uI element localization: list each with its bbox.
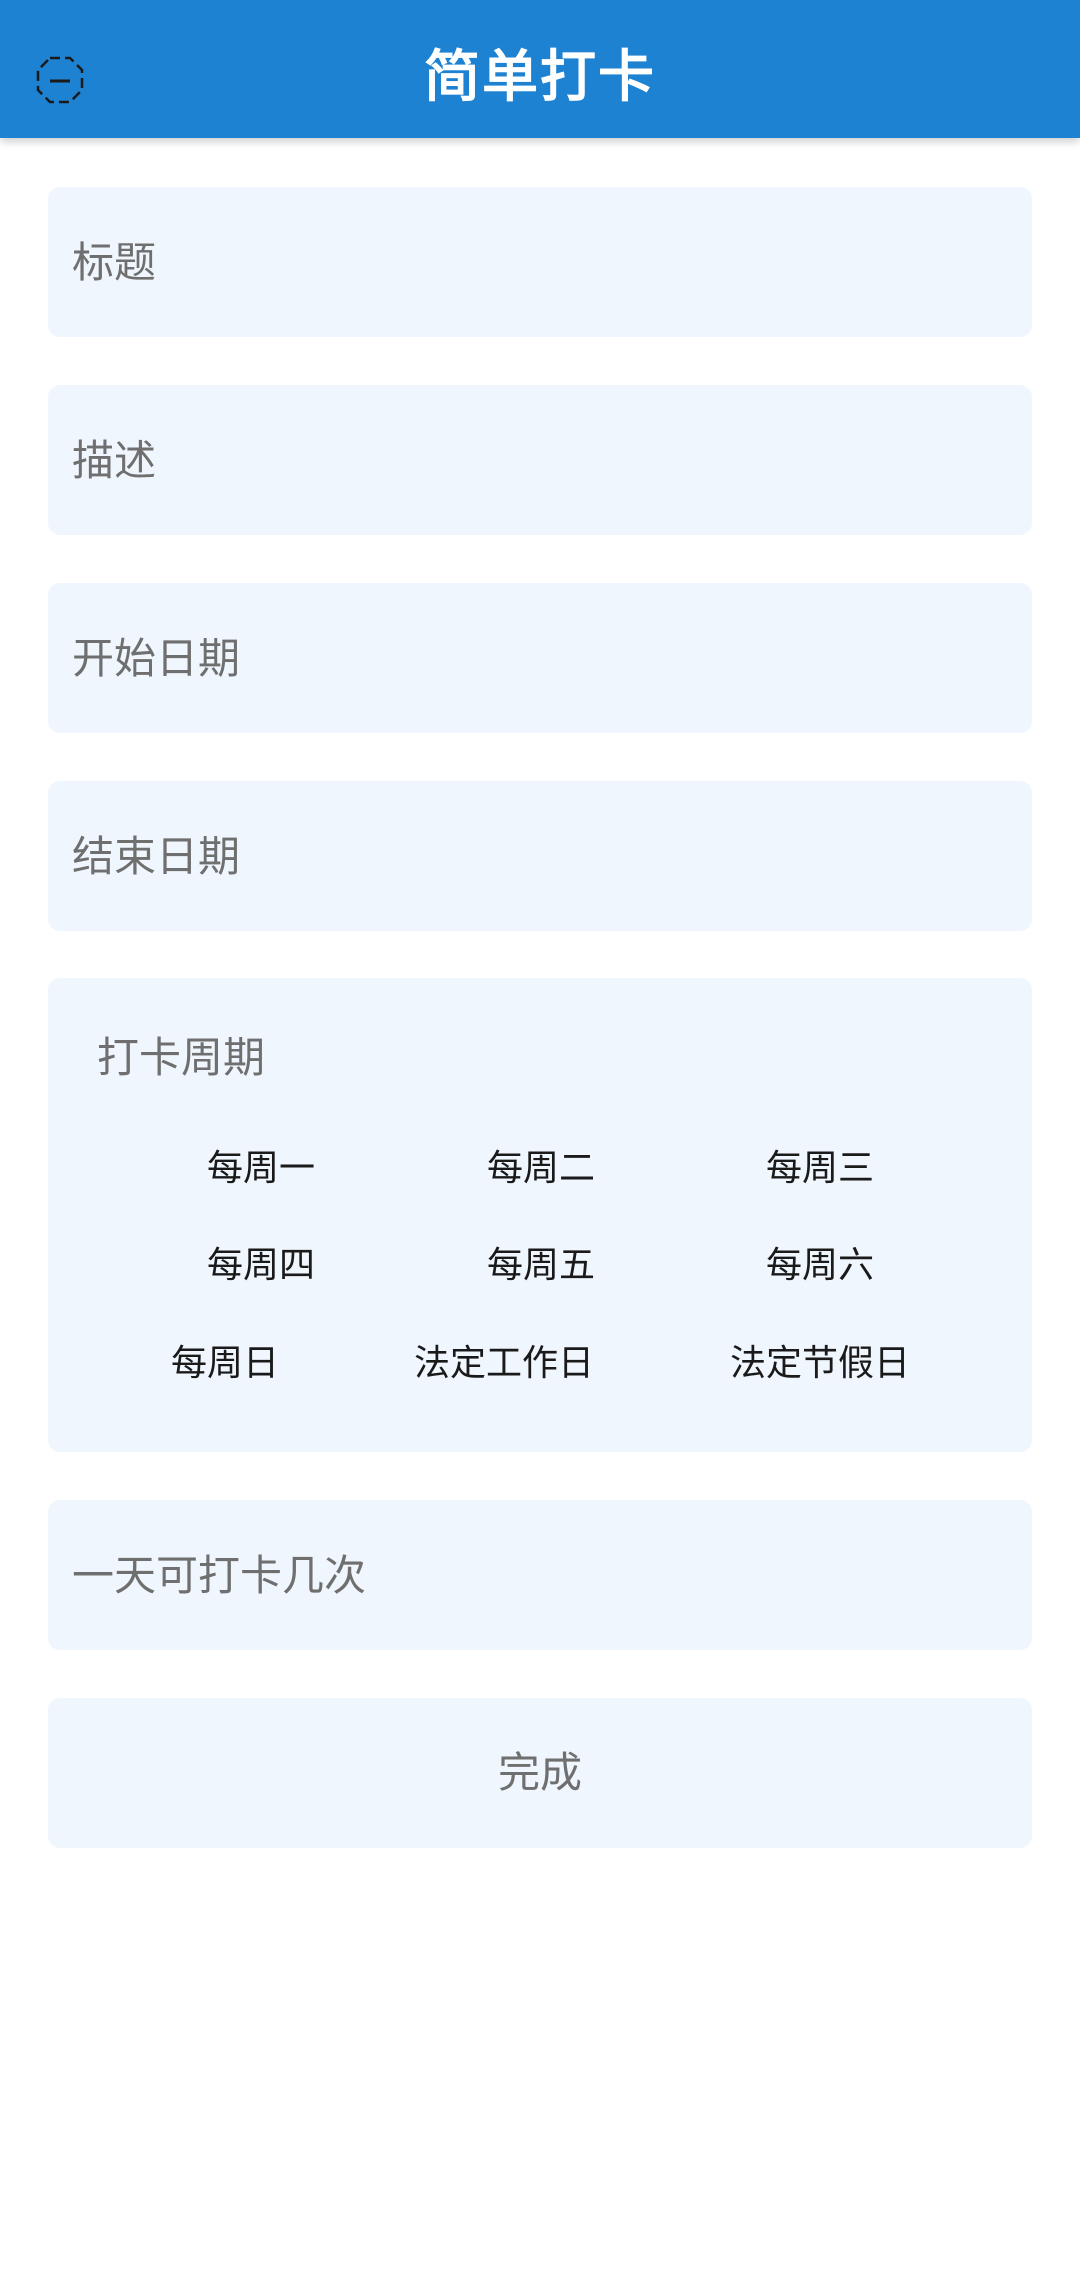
checkin-cycle-card: 打卡周期 每周一 每周二 每周三 每周四 每周五 每周六 每周日 法定工作日 法…: [48, 978, 1032, 1452]
description-input[interactable]: [48, 385, 1032, 535]
cycle-option-friday[interactable]: 每周五: [487, 1242, 595, 1290]
times-per-day-input[interactable]: [48, 1500, 1032, 1650]
end-date-input[interactable]: [48, 781, 1032, 931]
title-field[interactable]: [48, 187, 1032, 337]
cycle-option-saturday[interactable]: 每周六: [766, 1242, 874, 1290]
cycle-option-tuesday[interactable]: 每周二: [487, 1145, 595, 1193]
cycle-option-monday[interactable]: 每周一: [207, 1145, 315, 1193]
start-date-field[interactable]: [48, 583, 1032, 733]
done-button-label: 完成: [497, 1748, 582, 1797]
done-button[interactable]: 完成: [48, 1698, 1032, 1848]
checkin-cycle-label: 打卡周期: [97, 1033, 266, 1082]
cycle-option-statutory-workday[interactable]: 法定工作日: [414, 1340, 594, 1388]
times-per-day-field[interactable]: [48, 1500, 1032, 1650]
cycle-option-thursday[interactable]: 每周四: [207, 1242, 315, 1290]
description-field[interactable]: [48, 385, 1032, 535]
end-date-field[interactable]: [48, 781, 1032, 931]
start-date-input[interactable]: [48, 583, 1032, 733]
title-input[interactable]: [48, 187, 1032, 337]
cycle-option-sunday[interactable]: 每周日: [171, 1340, 279, 1388]
app-bar: 简单打卡: [0, 0, 1080, 138]
cycle-option-statutory-holiday[interactable]: 法定节假日: [730, 1340, 910, 1388]
page-title: 简单打卡: [424, 45, 656, 110]
cycle-option-wednesday[interactable]: 每周三: [766, 1145, 874, 1193]
